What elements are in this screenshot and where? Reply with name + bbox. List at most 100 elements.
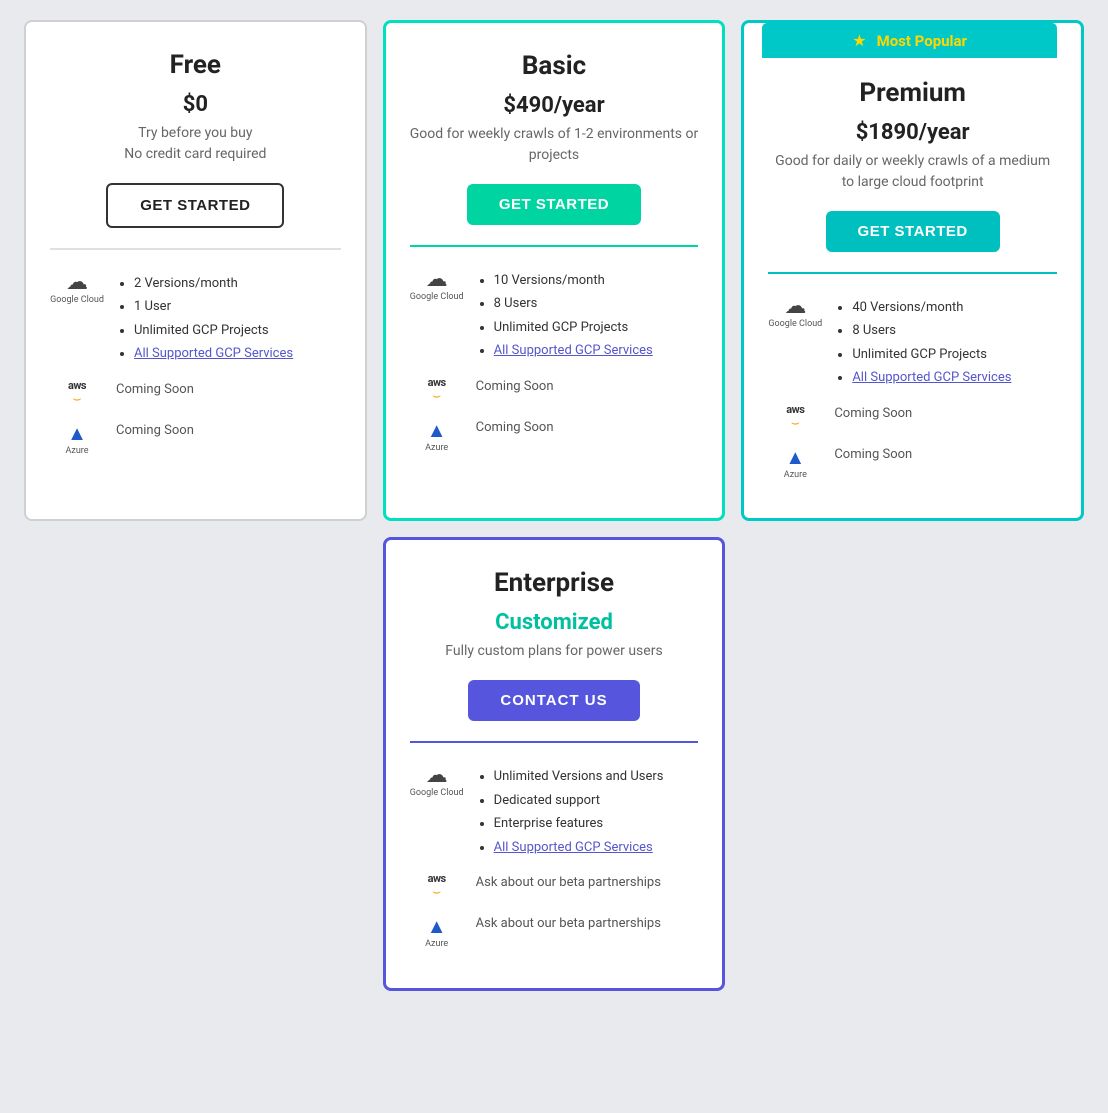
premium-aws-coming-soon: Coming Soon: [834, 404, 1057, 421]
azure-triangle-premium: ▲: [785, 445, 805, 470]
enterprise-azure-row: ▲ Azure Ask about our beta partnerships: [410, 914, 699, 950]
pricing-grid: Free $0 Try before you buyNo credit card…: [24, 20, 1084, 991]
free-feature-3: Unlimited GCP Projects: [134, 319, 341, 342]
azure-logo-enterprise: ▲ Azure: [410, 914, 464, 950]
card-premium: ★ Most Popular Premium $1890/year Good f…: [741, 20, 1084, 521]
free-aws-coming-soon: Coming Soon: [116, 380, 341, 397]
premium-gcp-feature-list: 40 Versions/month 8 Users Unlimited GCP …: [834, 296, 1057, 390]
gcp-logo-premium: ☁ Google Cloud: [768, 294, 822, 330]
enterprise-gcp-section: ☁ Google Cloud Unlimited Versions and Us…: [410, 763, 699, 859]
azure-label-premium: Azure: [784, 470, 807, 481]
premium-title: Premium: [768, 78, 1057, 108]
free-gcp-features: 2 Versions/month 1 User Unlimited GCP Pr…: [116, 270, 341, 366]
basic-feature-2: 8 Users: [494, 292, 699, 315]
most-popular-text: Most Popular: [877, 32, 967, 50]
free-gcp-section: ☁ Google Cloud 2 Versions/month 1 User U…: [50, 270, 341, 366]
free-azure-coming-soon: Coming Soon: [116, 421, 341, 438]
azure-label-basic: Azure: [425, 443, 448, 454]
basic-aws-coming-soon: Coming Soon: [476, 377, 699, 394]
free-aws-section: aws ⌣ Coming Soon: [50, 380, 341, 407]
enterprise-contact-us-button[interactable]: CONTACT US: [468, 680, 639, 721]
premium-get-started-button[interactable]: GET STARTED: [826, 211, 1000, 252]
aws-smile-basic: ⌣: [432, 388, 441, 404]
premium-feature-4: All Supported GCP Services: [852, 366, 1057, 389]
premium-feature-3: Unlimited GCP Projects: [852, 343, 1057, 366]
aws-logo-basic: aws ⌣: [410, 377, 464, 404]
enterprise-azure-text: Ask about our beta partnerships: [476, 914, 699, 931]
basic-aws-section: aws ⌣ Coming Soon: [410, 377, 699, 404]
cloud-icon-premium: ☁: [784, 294, 806, 319]
gcp-label-basic: Google Cloud: [410, 292, 464, 303]
free-price: $0: [50, 92, 341, 117]
basic-gcp-row: ☁ Google Cloud 10 Versions/month 8 Users…: [410, 267, 699, 363]
basic-feature-1: 10 Versions/month: [494, 269, 699, 292]
premium-gcp-section: ☁ Google Cloud 40 Versions/month 8 Users…: [768, 294, 1057, 390]
free-gcp-services-link[interactable]: All Supported GCP Services: [134, 346, 293, 361]
aws-logo-free: aws ⌣: [50, 380, 104, 407]
azure-logo-basic: ▲ Azure: [410, 418, 464, 454]
aws-text-enterprise: aws: [428, 873, 446, 884]
enterprise-gcp-row: ☁ Google Cloud Unlimited Versions and Us…: [410, 763, 699, 859]
gcp-label-premium: Google Cloud: [768, 319, 822, 330]
free-gcp-feature-list: 2 Versions/month 1 User Unlimited GCP Pr…: [116, 272, 341, 366]
azure-logo-premium: ▲ Azure: [768, 445, 822, 481]
basic-feature-4: All Supported GCP Services: [494, 339, 699, 362]
premium-feature-1: 40 Versions/month: [852, 296, 1057, 319]
basic-price: $490/year: [410, 93, 699, 118]
basic-azure-row: ▲ Azure Coming Soon: [410, 418, 699, 454]
cloud-icon-enterprise: ☁: [426, 763, 448, 788]
basic-title: Basic: [410, 51, 699, 81]
basic-desc: Good for weekly crawls of 1-2 environmen…: [410, 124, 699, 166]
card-free: Free $0 Try before you buyNo credit card…: [24, 20, 367, 521]
card-enterprise: Enterprise Customized Fully custom plans…: [383, 537, 726, 990]
most-popular-banner: ★ Most Popular: [762, 23, 1057, 58]
enterprise-aws-row: aws ⌣ Ask about our beta partnerships: [410, 873, 699, 900]
aws-smile-premium: ⌣: [791, 415, 800, 431]
gcp-logo-basic: ☁ Google Cloud: [410, 267, 464, 303]
aws-text-premium: aws: [786, 404, 804, 415]
azure-triangle-basic: ▲: [427, 418, 447, 443]
enterprise-feature-4: All Supported GCP Services: [494, 836, 699, 859]
basic-get-started-button[interactable]: GET STARTED: [467, 184, 641, 225]
cloud-icon-free: ☁: [66, 270, 88, 295]
free-aws-row: aws ⌣ Coming Soon: [50, 380, 341, 407]
enterprise-feature-1: Unlimited Versions and Users: [494, 765, 699, 788]
basic-azure-section: ▲ Azure Coming Soon: [410, 418, 699, 454]
premium-azure-section: ▲ Azure Coming Soon: [768, 445, 1057, 481]
gcp-logo-enterprise: ☁ Google Cloud: [410, 763, 464, 799]
gcp-label-enterprise: Google Cloud: [410, 788, 464, 799]
premium-aws-section: aws ⌣ Coming Soon: [768, 404, 1057, 431]
azure-triangle-free: ▲: [67, 421, 87, 446]
azure-label-free: Azure: [65, 446, 88, 457]
free-gcp-row: ☁ Google Cloud 2 Versions/month 1 User U…: [50, 270, 341, 366]
enterprise-price: Customized: [410, 610, 699, 635]
premium-feature-2: 8 Users: [852, 319, 1057, 342]
enterprise-azure-section: ▲ Azure Ask about our beta partnerships: [410, 914, 699, 950]
free-azure-section: ▲ Azure Coming Soon: [50, 421, 341, 457]
enterprise-gcp-feature-list: Unlimited Versions and Users Dedicated s…: [476, 765, 699, 859]
aws-text-free: aws: [68, 380, 86, 391]
free-get-started-button[interactable]: GET STARTED: [106, 183, 284, 228]
enterprise-aws-text: Ask about our beta partnerships: [476, 873, 699, 890]
free-divider: [50, 248, 341, 250]
aws-text-basic: aws: [428, 377, 446, 388]
premium-gcp-services-link[interactable]: All Supported GCP Services: [852, 370, 1011, 385]
free-azure-row: ▲ Azure Coming Soon: [50, 421, 341, 457]
enterprise-gcp-features: Unlimited Versions and Users Dedicated s…: [476, 763, 699, 859]
gcp-logo-free: ☁ Google Cloud: [50, 270, 104, 306]
aws-logo-premium: aws ⌣: [768, 404, 822, 431]
enterprise-aws-section: aws ⌣ Ask about our beta partnerships: [410, 873, 699, 900]
free-feature-2: 1 User: [134, 295, 341, 318]
premium-desc: Good for daily or weekly crawls of a med…: [768, 151, 1057, 193]
free-desc: Try before you buyNo credit card require…: [50, 123, 341, 165]
enterprise-gcp-services-link[interactable]: All Supported GCP Services: [494, 840, 653, 855]
star-icon: ★: [852, 31, 866, 50]
premium-gcp-row: ☁ Google Cloud 40 Versions/month 8 Users…: [768, 294, 1057, 390]
enterprise-feature-3: Enterprise features: [494, 812, 699, 835]
free-title: Free: [50, 50, 341, 80]
basic-azure-coming-soon: Coming Soon: [476, 418, 699, 435]
basic-aws-row: aws ⌣ Coming Soon: [410, 377, 699, 404]
basic-gcp-feature-list: 10 Versions/month 8 Users Unlimited GCP …: [476, 269, 699, 363]
basic-gcp-services-link[interactable]: All Supported GCP Services: [494, 343, 653, 358]
premium-aws-row: aws ⌣ Coming Soon: [768, 404, 1057, 431]
